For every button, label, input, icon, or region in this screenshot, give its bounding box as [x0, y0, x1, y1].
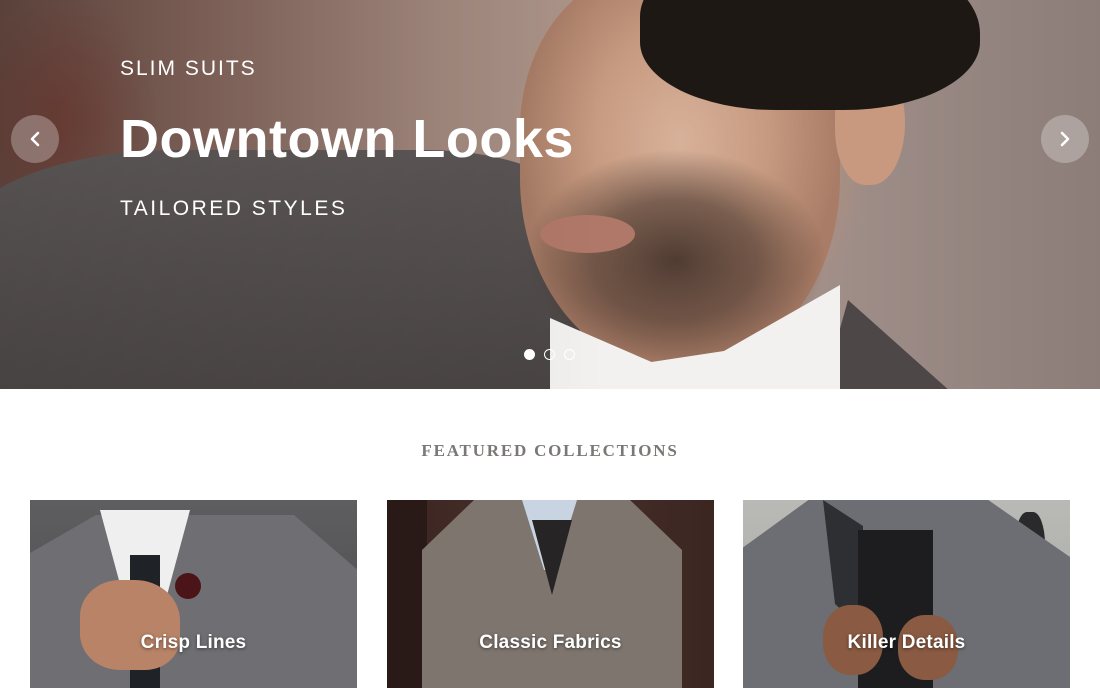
collection-label: Crisp Lines [140, 632, 247, 653]
collection-image-boutonniere [175, 573, 201, 599]
collection-card-killer-details[interactable]: Killer Details [743, 500, 1070, 688]
chevron-left-icon [30, 131, 40, 147]
slider-next-button[interactable] [1041, 115, 1089, 163]
slider-dot-3[interactable] [564, 349, 575, 360]
hero-eyebrow: SLIM SUITS [120, 57, 257, 80]
chevron-right-icon [1060, 131, 1070, 147]
collection-label: Classic Fabrics [479, 632, 622, 653]
collection-card-crisp-lines[interactable]: Crisp Lines [30, 500, 357, 688]
collection-image-door [387, 500, 427, 688]
collection-label: Killer Details [847, 632, 966, 653]
hero-subtitle: TAILORED STYLES [120, 197, 348, 220]
collection-image-suit [30, 515, 357, 688]
hero-title: Downtown Looks [120, 109, 574, 169]
collection-image-hand [80, 580, 180, 670]
collection-card-classic-fabrics[interactable]: Classic Fabrics [387, 500, 714, 688]
slider-dot-1[interactable] [524, 349, 535, 360]
hero-slider: SLIM SUITS Downtown Looks TAILORED STYLE… [0, 0, 1100, 389]
slider-pagination [524, 349, 575, 360]
featured-collections-heading: FEATURED COLLECTIONS [421, 441, 679, 460]
slider-dot-2[interactable] [544, 349, 555, 360]
slider-prev-button[interactable] [11, 115, 59, 163]
